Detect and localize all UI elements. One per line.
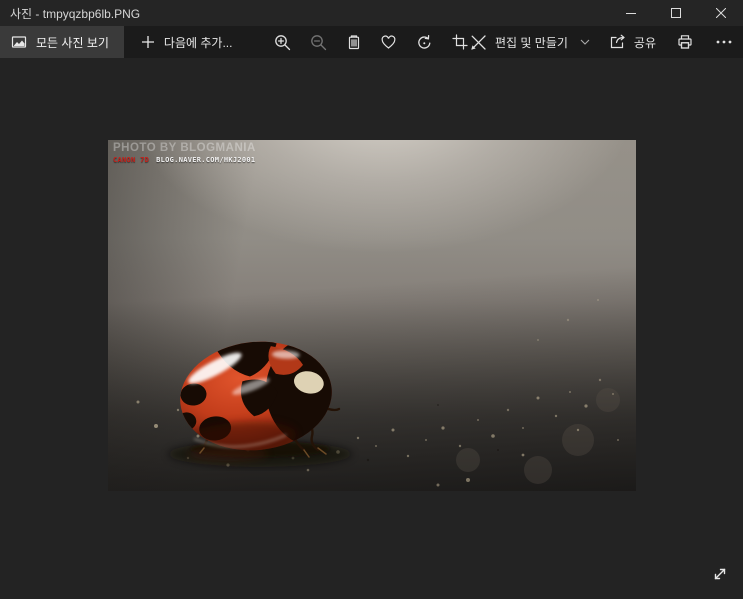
toolbar-left-group: 모든 사진 보기 다음에 추가... <box>0 26 245 58</box>
command-bar: 모든 사진 보기 다음에 추가... 편집 및 만들기 공유 <box>0 26 743 58</box>
photo-canvas[interactable]: PHOTO BY BLOGMANIA CANON 7D BLOG.NAVER.CO… <box>108 140 636 491</box>
crop-button[interactable] <box>450 26 470 58</box>
add-to-button[interactable]: 다음에 추가... <box>128 26 246 58</box>
window-title: 사진 - tmpyqzbp6lb.PNG <box>10 6 141 21</box>
crop-icon <box>452 34 468 50</box>
print-button[interactable] <box>675 26 695 58</box>
edit-create-button[interactable]: 편집 및 만들기 <box>470 26 590 58</box>
watermark-author: PHOTO BY BLOGMANIA <box>113 142 256 154</box>
zoom-in-button[interactable] <box>272 26 293 58</box>
see-more-button[interactable] <box>714 26 734 58</box>
print-icon <box>678 35 692 49</box>
favorite-button[interactable] <box>378 26 399 58</box>
photo-viewer-area: PHOTO BY BLOGMANIA CANON 7D BLOG.NAVER.CO… <box>0 58 743 599</box>
watermark-credit: CANON 7D BLOG.NAVER.COM/HKJ2001 <box>113 155 256 165</box>
view-all-photos-button[interactable]: 모든 사진 보기 <box>0 26 124 58</box>
titlebar: 사진 - tmpyqzbp6lb.PNG <box>0 0 743 26</box>
chevron-down-icon <box>580 39 590 45</box>
minimize-button[interactable] <box>608 0 653 26</box>
window-controls <box>608 0 743 26</box>
favorite-icon <box>381 35 396 49</box>
maximize-icon <box>670 8 681 18</box>
minimize-icon <box>625 13 636 14</box>
share-icon <box>610 34 625 49</box>
delete-button[interactable] <box>344 26 364 58</box>
share-button[interactable]: 공유 <box>609 26 656 58</box>
add-to-label: 다음에 추가... <box>163 35 233 50</box>
rotate-button[interactable] <box>414 26 435 58</box>
fullscreen-button[interactable] <box>705 559 735 589</box>
photo-watermark: PHOTO BY BLOGMANIA CANON 7D BLOG.NAVER.CO… <box>113 142 256 164</box>
see-more-icon <box>716 40 732 44</box>
close-icon <box>715 8 726 18</box>
fullscreen-icon <box>714 568 726 580</box>
edit-create-icon <box>471 34 486 50</box>
rotate-icon <box>418 34 431 49</box>
watermark-camera: CANON 7D <box>113 155 150 164</box>
view-all-photos-icon <box>11 36 27 48</box>
zoom-out-button[interactable] <box>308 26 329 58</box>
add-icon <box>141 36 154 48</box>
ladybug-subject <box>168 338 352 467</box>
view-all-photos-label: 모든 사진 보기 <box>36 35 109 50</box>
maximize-button[interactable] <box>653 0 698 26</box>
edit-create-label: 편집 및 만들기 <box>494 35 568 50</box>
zoom-out-icon <box>310 34 326 50</box>
watermark-url: BLOG.NAVER.COM/HKJ2001 <box>156 155 256 164</box>
zoom-in-icon <box>275 34 291 50</box>
photos-app-window: 사진 - tmpyqzbp6lb.PNG 모든 사진 보기 다음에 추가... … <box>0 0 743 599</box>
toolbar-center-group <box>272 26 470 58</box>
delete-icon <box>348 35 359 50</box>
toolbar-right-group: 편집 및 만들기 공유 <box>470 26 734 58</box>
close-button[interactable] <box>698 0 743 26</box>
share-label: 공유 <box>633 35 656 50</box>
